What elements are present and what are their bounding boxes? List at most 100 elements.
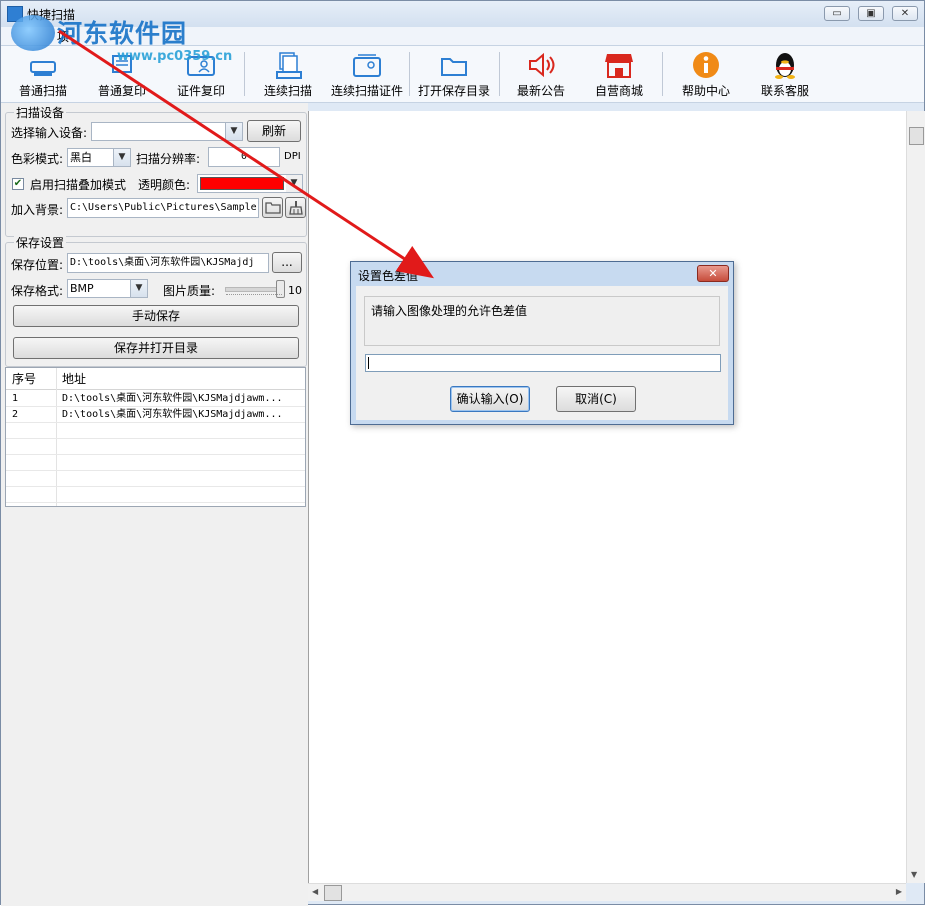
save-format-select[interactable]: BMP ▼	[67, 279, 148, 298]
toolbar-label: 帮助中心	[681, 84, 730, 98]
app-window: 快捷扫描 ▭ ▣ ✕ 项 普通扫描 普通复印 证件复印 连续扫描 连续扫描证件	[0, 0, 925, 906]
quality-slider[interactable]	[225, 280, 285, 298]
table-row[interactable]: 1 D:\tools\桌面\河东软件园\KJSMajdjawm...	[6, 391, 305, 407]
toolbar-separator	[499, 52, 500, 96]
horizontal-scroll-thumb[interactable]	[324, 885, 342, 901]
transparent-color-label: 透明颜色:	[138, 178, 191, 192]
color-mode-value: 黑白	[70, 151, 92, 164]
save-format-value: BMP	[70, 282, 94, 295]
toolbar-separator	[244, 52, 245, 96]
toolbar-label: 打开保存目录	[417, 84, 490, 98]
group-title: 保存设置	[14, 234, 67, 251]
speaker-icon	[529, 52, 555, 78]
manual-save-button[interactable]: 手动保存	[13, 305, 299, 327]
quality-slider-ticks	[226, 294, 282, 298]
vertical-scrollbar[interactable]: ▼	[906, 111, 925, 883]
toolbar-separator	[662, 52, 663, 96]
toolbar-label: 连续扫描	[263, 84, 312, 98]
toolbar-separator	[409, 52, 410, 96]
watermark-url: www.pc0359.cn	[117, 49, 233, 64]
dialog-message: 请输入图像处理的允许色差值	[364, 296, 720, 346]
toolbar-button-contact-support[interactable]: 联系客服	[753, 50, 817, 100]
set-color-tolerance-dialog: 设置色差值 ✕ 请输入图像处理的允许色差值 确认输入(O) 取消(C)	[350, 261, 734, 425]
device-label: 选择输入设备:	[11, 126, 88, 140]
folder-icon	[264, 202, 281, 214]
watermark-logo-icon	[11, 15, 55, 51]
overlay-mode-checkbox[interactable]: ✔	[12, 178, 24, 190]
chevron-down-icon: ▼	[130, 280, 147, 297]
toolbar-label: 联系客服	[760, 84, 809, 98]
background-path-input[interactable]: C:\Users\Public\Pictures\Sample	[67, 198, 259, 218]
broom-icon	[288, 201, 303, 215]
vertical-scroll-thumb[interactable]	[909, 127, 924, 145]
chevron-down-icon: ▼	[286, 175, 302, 192]
preview-canvas[interactable]	[308, 111, 907, 883]
color-mode-select[interactable]: 黑白 ▼	[67, 148, 131, 167]
table-row[interactable]: 2 D:\tools\桌面\河东软件园\KJSMajdjawm...	[6, 407, 305, 423]
folder-open-icon	[441, 58, 467, 76]
color-mode-label: 色彩模式:	[11, 152, 64, 166]
toolbar-button-normal-scan[interactable]: 普通扫描	[11, 50, 75, 100]
column-header-index: 序号	[12, 372, 37, 386]
horizontal-scrollbar[interactable]: ◀ ▶	[308, 883, 906, 901]
save-location-input[interactable]: D:\tools\桌面\河东软件园\KJSMajdj	[67, 253, 269, 273]
clear-background-button[interactable]	[285, 197, 306, 218]
text-caret	[368, 357, 369, 369]
chevron-down-icon: ▼	[113, 149, 130, 166]
scroll-right-arrow-icon[interactable]: ▶	[896, 887, 902, 896]
transparent-color-picker[interactable]: ▼	[197, 174, 303, 193]
resolution-label: 扫描分辨率:	[136, 152, 201, 166]
device-select[interactable]: ▼	[91, 122, 243, 141]
row-path: D:\tools\桌面\河东软件园\KJSMajdjawm...	[62, 393, 283, 404]
browse-save-location-button[interactable]: ...	[272, 252, 302, 273]
row-index: 1	[12, 393, 19, 404]
background-label: 加入背景:	[11, 203, 64, 217]
color-swatch	[200, 177, 284, 190]
browse-background-button[interactable]	[262, 197, 283, 218]
cancel-button[interactable]: 取消(C)	[556, 386, 636, 412]
column-header-path: 地址	[62, 372, 87, 386]
row-index: 2	[12, 409, 19, 420]
scanner-icon	[30, 61, 56, 76]
maximize-button[interactable]: ▣	[858, 6, 884, 21]
resolution-input[interactable]: 0	[208, 147, 280, 167]
row-path: D:\tools\桌面\河东软件园\KJSMajdjawm...	[62, 409, 283, 420]
toolbar-label: 证件复印	[176, 84, 225, 98]
save-and-open-dir-button[interactable]: 保存并打开目录	[13, 337, 299, 359]
toolbar-label: 普通扫描	[18, 84, 67, 98]
chevron-down-icon: ▼	[225, 123, 242, 140]
scroll-down-arrow-icon[interactable]: ▼	[911, 870, 917, 879]
settings-panel: 扫描设备 选择输入设备: ▼ 刷新 色彩模式: 黑白 ▼ 扫描分辨率: 0 DP…	[1, 103, 308, 906]
toolbar-button-help-center[interactable]: 帮助中心	[674, 50, 738, 100]
quality-label: 图片质量:	[163, 284, 216, 298]
toolbar-label: 自营商城	[594, 84, 643, 98]
table-row-empty	[6, 471, 305, 487]
saved-files-table: 序号 地址 1 D:\tools\桌面\河东软件园\KJSMajdjawm...…	[5, 367, 306, 507]
dpi-unit: DPI	[284, 151, 301, 162]
qq-penguin-icon	[775, 53, 795, 79]
table-row-empty	[6, 487, 305, 503]
toolbar-button-continuous-scan[interactable]: 连续扫描	[256, 50, 320, 100]
scroll-left-arrow-icon[interactable]: ◀	[312, 887, 318, 896]
toolbar-button-store[interactable]: 自营商城	[587, 50, 651, 100]
refresh-button[interactable]: 刷新	[247, 120, 301, 142]
color-tolerance-input[interactable]	[365, 354, 721, 372]
save-location-label: 保存位置:	[11, 258, 64, 272]
toolbar-button-open-save-dir[interactable]: 打开保存目录	[415, 50, 493, 100]
store-icon	[605, 54, 633, 78]
table-row-empty	[6, 439, 305, 455]
watermark-brand: 河东软件园	[57, 19, 188, 48]
dialog-title: 设置色差值	[358, 269, 419, 283]
toolbar-label: 最新公告	[516, 84, 565, 98]
toolbar-button-continuous-id-scan[interactable]: 连续扫描证件	[329, 50, 405, 100]
toolbar-button-latest-notice[interactable]: 最新公告	[509, 50, 573, 100]
confirm-input-button[interactable]: 确认输入(O)	[450, 386, 530, 412]
info-icon	[693, 52, 719, 78]
table-header	[6, 368, 305, 390]
group-title: 扫描设备	[14, 104, 67, 121]
toolbar-label: 连续扫描证件	[330, 84, 403, 98]
dialog-close-button[interactable]: ✕	[697, 265, 729, 282]
dialog-body: 请输入图像处理的允许色差值 确认输入(O) 取消(C)	[356, 286, 728, 420]
close-button[interactable]: ✕	[892, 6, 918, 21]
minimize-button[interactable]: ▭	[824, 6, 850, 21]
